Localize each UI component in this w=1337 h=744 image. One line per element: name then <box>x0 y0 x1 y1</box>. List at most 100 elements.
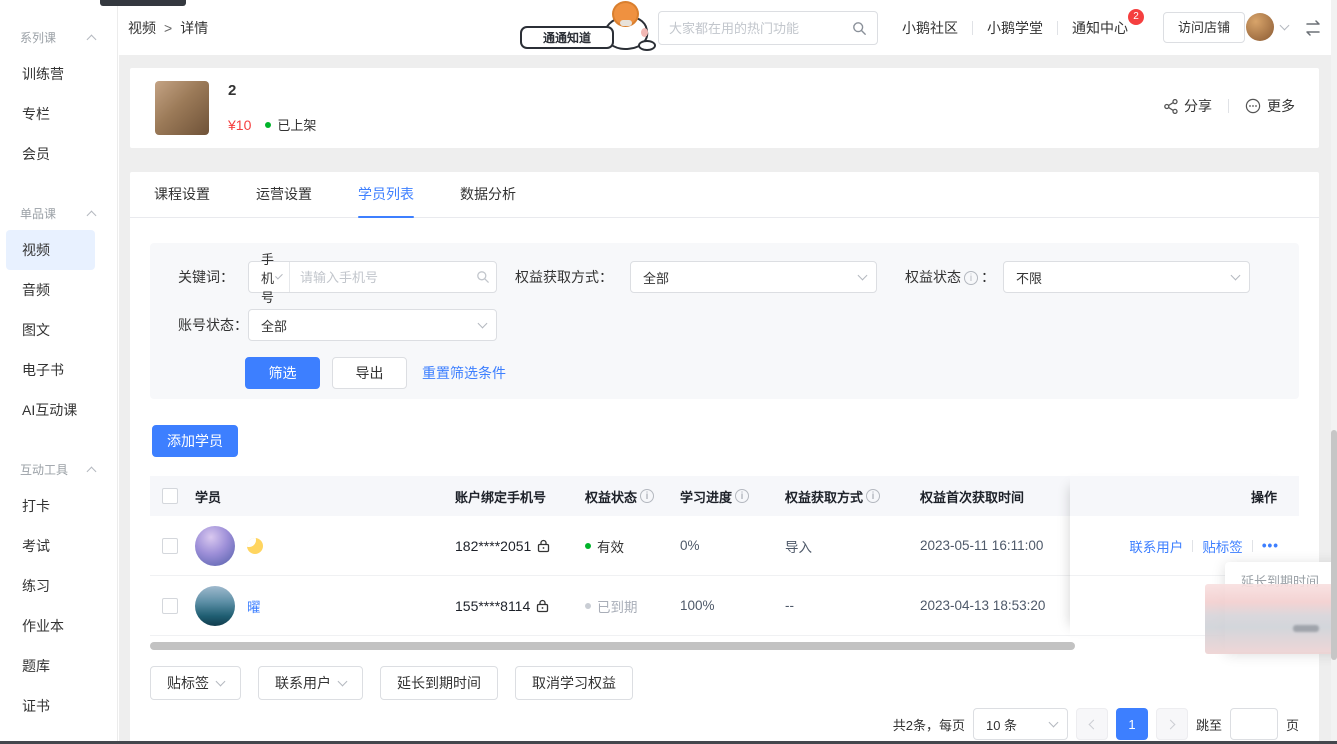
export-button[interactable]: 导出 <box>332 357 407 389</box>
student-cell[interactable] <box>195 516 263 575</box>
sidebar-item-question-bank[interactable]: 题库 <box>6 646 95 686</box>
sidebar-item-column[interactable]: 专栏 <box>6 94 95 134</box>
sidebar-section-single-course[interactable]: 单品课 <box>0 204 117 222</box>
avatar-chevron-down-icon[interactable] <box>1280 21 1290 31</box>
lock-icon[interactable] <box>536 599 549 613</box>
bulk-action-bar: 贴标签 联系用户 延长到期时间 取消学习权益 <box>150 666 633 700</box>
more-button[interactable]: 更多 <box>1245 96 1295 116</box>
col-acquire-method: 权益获取方式i <box>785 476 883 516</box>
sidebar-section-tools[interactable]: 互动工具 <box>0 460 117 478</box>
tab-student-list[interactable]: 学员列表 <box>358 172 414 218</box>
mascot-goose-foot-icon <box>638 40 656 51</box>
nav-school[interactable]: 小鹅学堂 <box>973 18 1057 38</box>
add-student-button[interactable]: 添加学员 <box>152 425 238 457</box>
bulk-extend-button[interactable]: 延长到期时间 <box>380 666 498 700</box>
chevron-down-icon <box>478 319 488 329</box>
select-all-checkbox[interactable] <box>162 488 178 504</box>
nav-notice-center[interactable]: 通知中心 2 <box>1058 18 1142 38</box>
chevron-down-icon <box>858 271 868 281</box>
sidebar-item-video[interactable]: 视频 <box>6 230 95 270</box>
sidebar-item-practice[interactable]: 练习 <box>6 566 95 606</box>
share-button[interactable]: 分享 <box>1164 96 1212 116</box>
sidebar-item-exam[interactable]: 考试 <box>6 526 95 566</box>
contact-user-link[interactable]: 联系用户 <box>1129 536 1183 556</box>
breadcrumb-video[interactable]: 视频 <box>128 20 156 36</box>
sidebar-item-checkin[interactable]: 打卡 <box>6 486 95 526</box>
horizontal-scrollbar-thumb[interactable] <box>150 642 1075 650</box>
chevron-right-icon <box>1166 719 1176 729</box>
reset-filters-link[interactable]: 重置筛选条件 <box>422 357 506 389</box>
filter-button[interactable]: 筛选 <box>245 357 320 389</box>
bulk-contact-button[interactable]: 联系用户 <box>258 666 363 700</box>
tab-course-settings[interactable]: 课程设置 <box>154 172 210 218</box>
info-icon[interactable]: i <box>866 489 880 503</box>
sidebar-item-homework[interactable]: 作业本 <box>6 606 95 646</box>
tab-operation-settings[interactable]: 运营设置 <box>256 172 312 218</box>
chevron-down-icon <box>1049 718 1059 728</box>
tab-data-analysis[interactable]: 数据分析 <box>460 172 516 218</box>
student-name[interactable]: 曜 <box>247 596 261 616</box>
nav-community[interactable]: 小鹅社区 <box>888 18 972 38</box>
sidebar-section-series-label: 系列课 <box>20 29 56 46</box>
sidebar-section-series[interactable]: 系列课 <box>0 28 117 46</box>
next-page-button[interactable] <box>1156 708 1188 740</box>
search-icon[interactable] <box>852 21 867 36</box>
vertical-scrollbar-thumb[interactable] <box>1331 430 1337 660</box>
jump-page-input[interactable] <box>1230 708 1278 740</box>
student-cell[interactable]: 曜 <box>195 576 261 635</box>
sidebar-item-audio[interactable]: 音频 <box>6 270 95 310</box>
account-status-select[interactable]: 全部 <box>248 309 497 341</box>
lock-icon[interactable] <box>537 539 550 553</box>
keyword-combo: 手机号 <box>248 261 497 293</box>
phone-number: 155****8114 <box>455 598 530 614</box>
visit-shop-button[interactable]: 访问店铺 <box>1163 12 1245 43</box>
col-student: 学员 <box>195 476 221 516</box>
acquire-method-value: 全部 <box>643 268 669 287</box>
info-icon[interactable]: i <box>640 489 654 503</box>
chevron-down-icon <box>216 677 226 687</box>
current-page-button[interactable]: 1 <box>1116 708 1148 740</box>
bulk-tag-label: 贴标签 <box>167 667 209 699</box>
col-first-time: 权益首次获取时间 <box>920 476 1024 516</box>
sidebar-item-training-camp[interactable]: 训练营 <box>6 54 95 94</box>
sidebar-section-single-course-label: 单品课 <box>20 205 56 222</box>
user-avatar[interactable] <box>1246 13 1274 41</box>
collapse-up-icon <box>87 466 97 476</box>
vertical-scrollbar-track <box>1331 0 1337 744</box>
info-icon[interactable]: i <box>735 489 749 503</box>
header-search-input[interactable] <box>669 21 852 36</box>
bulk-tag-button[interactable]: 贴标签 <box>150 666 241 700</box>
sidebar-item-ai-course[interactable]: AI互动课 <box>6 390 95 430</box>
acquire-method-select[interactable]: 全部 <box>630 261 877 293</box>
app-window: 系列课 训练营 专栏 会员 单品课 视频 音频 图文 电子书 AI互动课 互动工… <box>0 0 1337 744</box>
col-actions: 操作 <box>1070 476 1299 516</box>
bulk-cancel-rights-button[interactable]: 取消学习权益 <box>515 666 633 700</box>
collapse-up-icon <box>87 34 97 44</box>
header-search <box>658 11 878 45</box>
prev-page-button[interactable] <box>1076 708 1108 740</box>
bulk-extend-label: 延长到期时间 <box>397 667 481 699</box>
row-more-button[interactable]: ••• <box>1262 538 1279 553</box>
more-circle-icon <box>1245 98 1261 114</box>
sidebar-item-imagetext[interactable]: 图文 <box>6 310 95 350</box>
switch-account-icon[interactable] <box>1303 20 1323 36</box>
search-icon <box>476 270 490 284</box>
student-name-moon-icon <box>247 538 263 554</box>
collapse-up-icon <box>87 210 97 220</box>
col-progress: 学习进度i <box>680 476 752 516</box>
rights-status-select[interactable]: 不限 <box>1003 261 1250 293</box>
keyword-type-select[interactable]: 手机号 <box>249 262 290 292</box>
row-checkbox[interactable] <box>162 598 178 614</box>
sidebar-item-certificate[interactable]: 证书 <box>6 686 95 726</box>
sidebar-item-ebook[interactable]: 电子书 <box>6 350 95 390</box>
info-icon[interactable]: i <box>964 271 978 285</box>
row-checkbox[interactable] <box>162 538 178 554</box>
page-unit-label: 页 <box>1286 715 1299 734</box>
mascot-assistant[interactable]: 通通知道 <box>520 4 680 54</box>
status-text: 有效 <box>597 536 624 556</box>
sidebar-item-member[interactable]: 会员 <box>6 134 95 174</box>
phone-search-input[interactable] <box>300 270 476 285</box>
page-size-select[interactable]: 10 条 <box>973 708 1068 740</box>
account-status-label: 账号状态： <box>178 309 248 341</box>
tag-link[interactable]: 贴标签 <box>1202 536 1243 556</box>
